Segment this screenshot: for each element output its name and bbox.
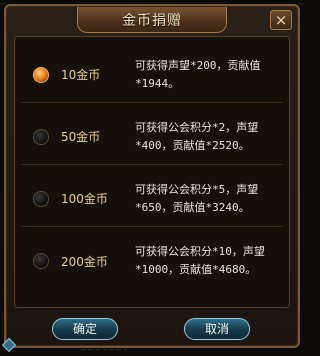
- option-label: 50金币: [61, 130, 101, 144]
- cancel-button[interactable]: 取消: [184, 318, 250, 340]
- donation-option-200[interactable]: 200金币 可获得公会积分*10，声望 *1000，贡献值*4680。: [21, 233, 283, 289]
- close-icon: ×: [274, 11, 288, 29]
- option-label: 200金币: [61, 254, 108, 269]
- option-description: 可获得公会积分*2，声望 *400，贡献值*2520。: [135, 119, 258, 155]
- option-description: 可获得声望*200，贡献值 *1944。: [135, 57, 261, 93]
- option-desc-line: 可获得声望*200，贡献值: [135, 58, 261, 72]
- option-label: 10金币: [61, 68, 101, 82]
- donation-option-100[interactable]: 100金币 可获得公会积分*5，声望 *650，贡献值*3240。: [21, 171, 283, 227]
- donation-option-50[interactable]: 50金币 可获得公会积分*2，声望 *400，贡献值*2520。: [21, 109, 283, 165]
- gold-donation-dialog: 金币捐赠 × 10金币 可获得声望*200，贡献值 *1944。 50金币 可获…: [4, 4, 300, 348]
- dialog-title: 金币捐赠: [77, 7, 227, 33]
- option-desc-line: *1944。: [135, 76, 180, 90]
- option-desc-line: *650，贡献值*3240。: [135, 200, 250, 214]
- option-desc-line: 可获得公会积分*5，声望: [135, 182, 259, 196]
- radio-unselected-icon[interactable]: [33, 190, 49, 207]
- options-panel: 10金币 可获得声望*200，贡献值 *1944。 50金币 可获得公会积分*2…: [14, 36, 290, 308]
- radio-unselected-icon[interactable]: [33, 128, 49, 145]
- option-desc-line: 可获得公会积分*10，声望: [135, 245, 265, 258]
- option-description: 可获得公会积分*10，声望 *1000，贡献值*4680。: [135, 243, 265, 279]
- confirm-button[interactable]: 确定: [52, 318, 118, 340]
- option-desc-line: *1000，贡献值*4680。: [135, 263, 257, 276]
- option-description: 可获得公会积分*5，声望 *650，贡献值*3240。: [135, 181, 258, 217]
- donation-option-10[interactable]: 10金币 可获得声望*200，贡献值 *1944。: [21, 47, 283, 103]
- title-bar: 金币捐赠: [6, 6, 298, 34]
- option-desc-line: *400，贡献值*2520。: [135, 138, 250, 152]
- close-button[interactable]: ×: [270, 10, 292, 30]
- radio-unselected-icon[interactable]: [33, 253, 49, 269]
- radio-selected-icon[interactable]: [33, 66, 49, 83]
- option-desc-line: 可获得公会积分*2，声望: [135, 120, 259, 134]
- option-label: 100金币: [61, 192, 108, 206]
